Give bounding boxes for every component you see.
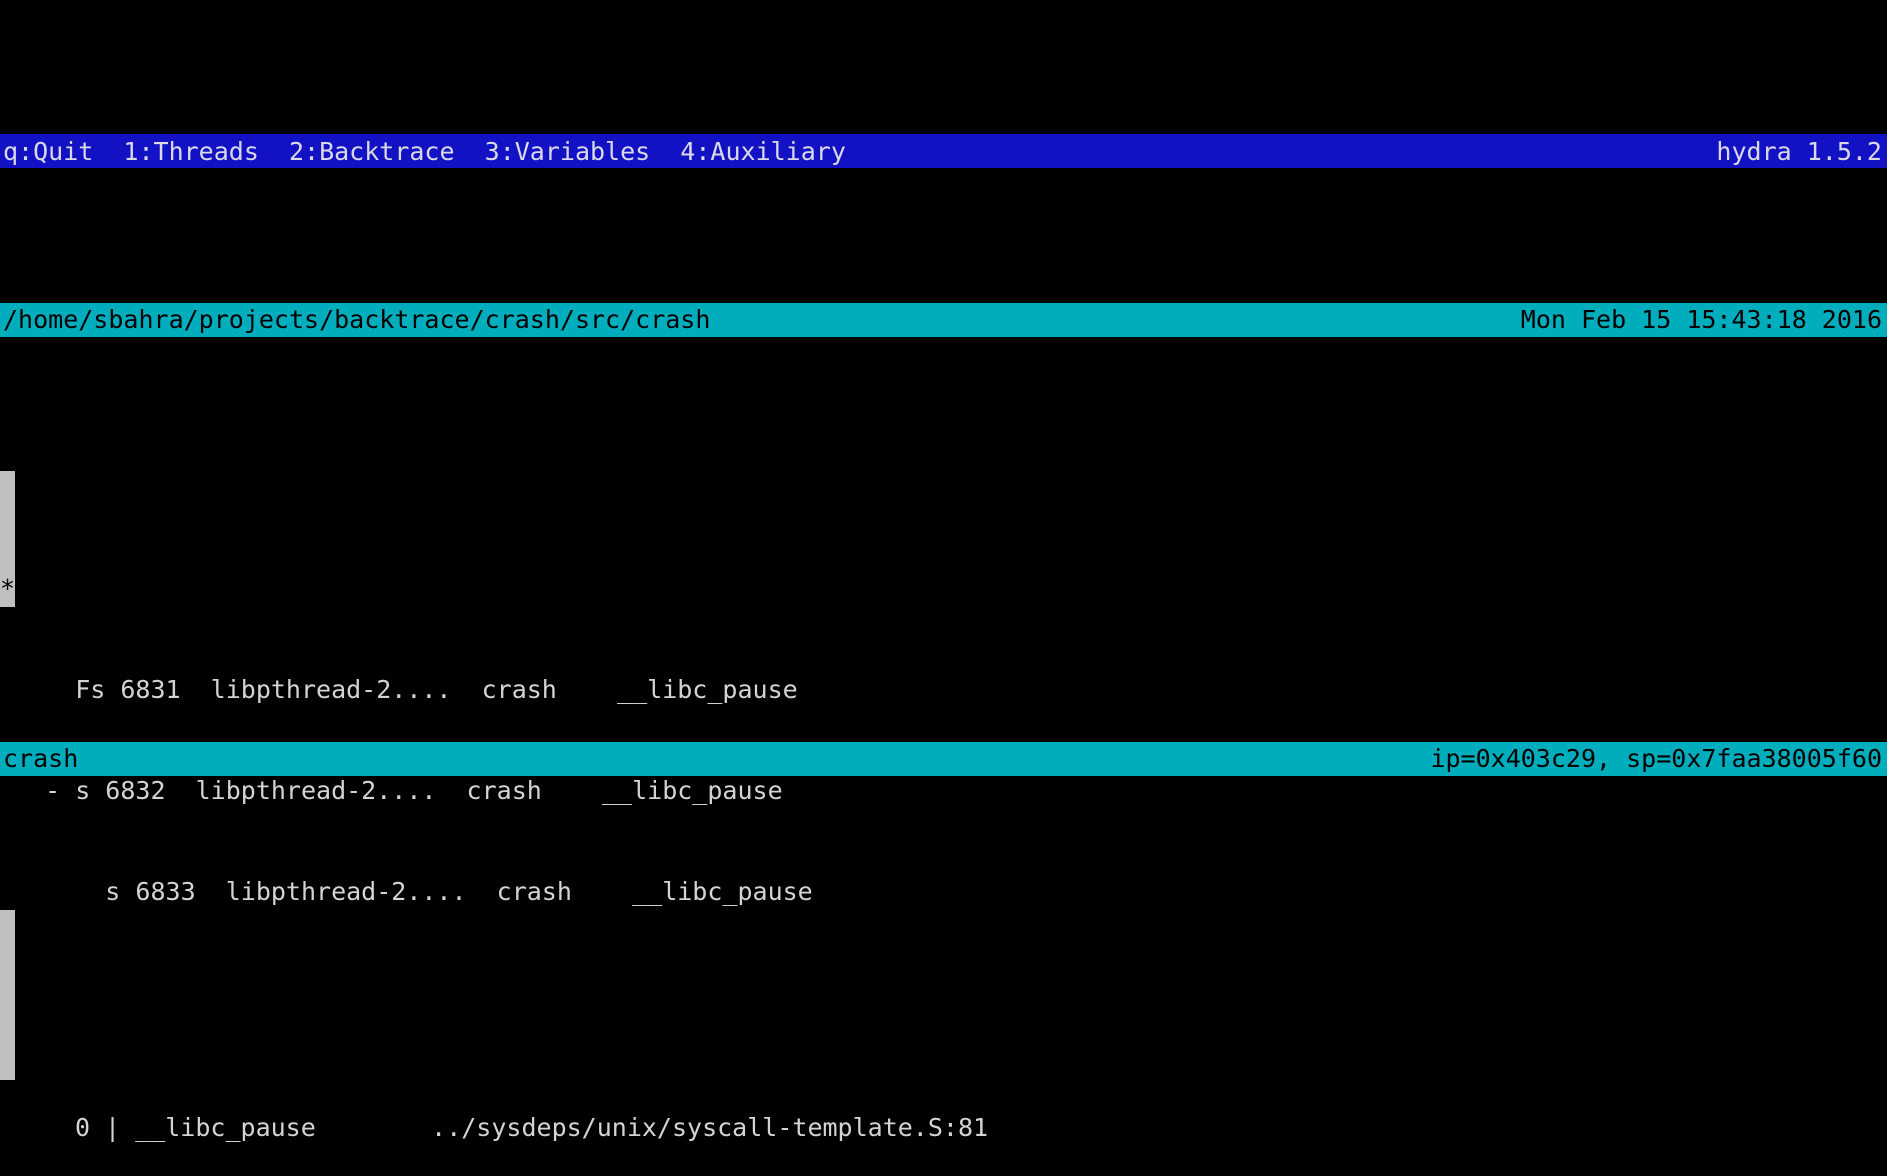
threads-pane[interactable]: * Fs 6831 libpthread-2.... crash __libc_…: [0, 471, 1887, 607]
timestamp: Mon Feb 15 15:43:18 2016: [1521, 303, 1885, 337]
backtrace-row-marker: [0, 1112, 15, 1146]
frame-header-bar: crash ip=0x403c29, sp=0x7faa38005f60: [0, 742, 1887, 776]
menu-bar[interactable]: q:Quit 1:Threads 2:Backtrace 3:Variables…: [0, 134, 1887, 168]
thread-row[interactable]: s 6833 libpthread-2.... crash __libc_pau…: [0, 774, 1887, 808]
menu-bar-items[interactable]: q:Quit 1:Threads 2:Backtrace 3:Variables…: [0, 135, 846, 169]
thread-row[interactable]: * Fs 6831 libpthread-2.... crash __libc_…: [0, 572, 1887, 606]
thread-row-marker: *: [0, 572, 15, 606]
thread-row-marker: [0, 774, 15, 808]
app-version-label: hydra 1.5.2: [1716, 135, 1885, 169]
backtrace-row[interactable]: 0 | __libc_pause../sysdeps/unix/syscall-…: [0, 1011, 1887, 1045]
backtrace-row[interactable]: 1 | inlinedcrash.c:104: [0, 1112, 1887, 1146]
path-bar: /home/sbahra/projects/backtrace/crash/sr…: [0, 303, 1887, 337]
thread-row[interactable]: - - s 6832 libpthread-2.... crash __libc…: [0, 673, 1887, 707]
thread-row-marker: [0, 875, 15, 909]
frame-title: crash: [0, 742, 78, 776]
backtrace-row-marker: [0, 1011, 15, 1045]
backtrace-pane[interactable]: 0 | __libc_pause../sysdeps/unix/syscall-…: [0, 910, 1887, 1080]
executable-path: /home/sbahra/projects/backtrace/crash/sr…: [0, 303, 710, 337]
thread-row-marker: -: [0, 673, 15, 707]
terminal-screen: q:Quit 1:Threads 2:Backtrace 3:Variables…: [0, 0, 1887, 1176]
frame-registers: ip=0x403c29, sp=0x7faa38005f60: [1430, 742, 1885, 776]
thread-row[interactable]: s 6834 libpthread-2.... crash __libc_pau…: [0, 875, 1887, 909]
